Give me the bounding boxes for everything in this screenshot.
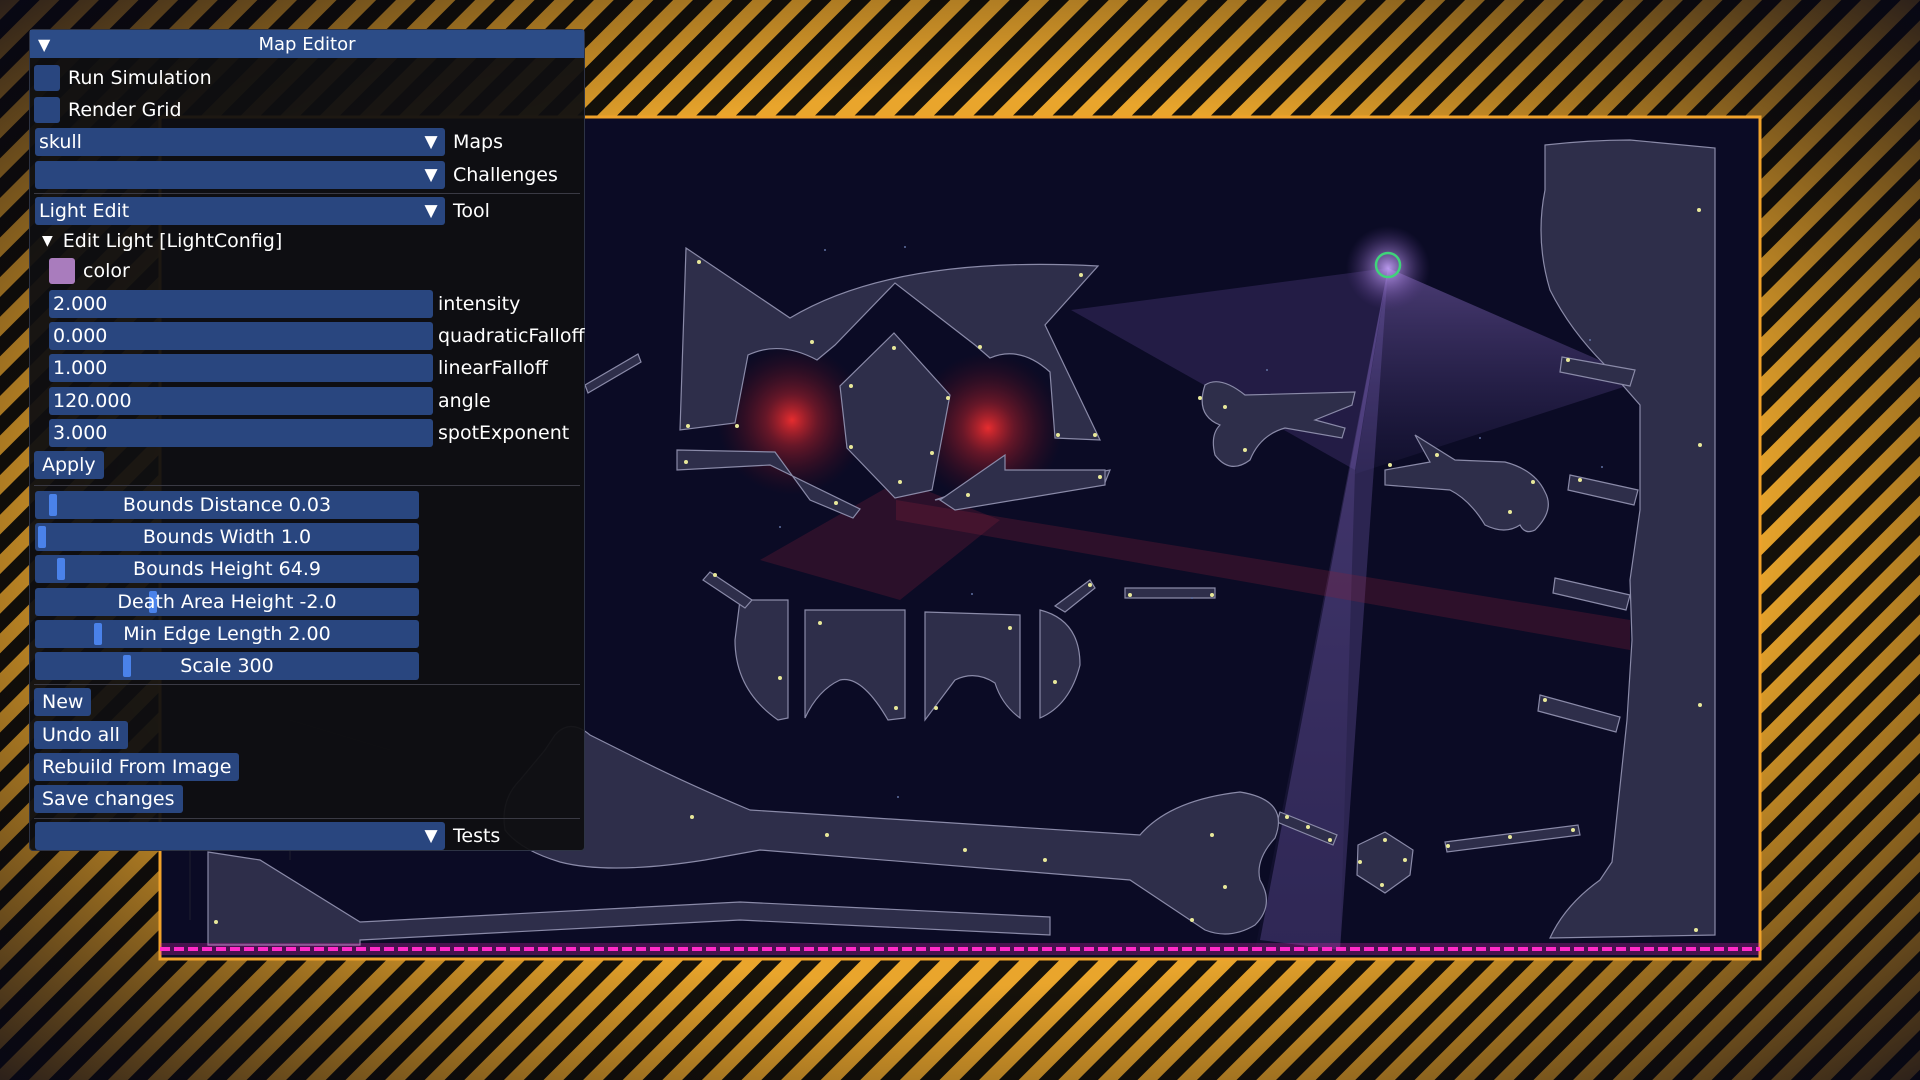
tests-combo[interactable]: ▼ bbox=[35, 822, 445, 850]
render-grid-row[interactable]: Render Grid bbox=[34, 96, 182, 124]
edit-light-header-label: Edit Light [LightConfig] bbox=[62, 230, 283, 252]
intensity-field[interactable]: 2.000 bbox=[49, 290, 433, 318]
maps-combo[interactable]: skull ▼ bbox=[35, 128, 445, 156]
run-simulation-row[interactable]: Run Simulation bbox=[34, 64, 212, 92]
quadratic-falloff-value: 0.000 bbox=[53, 325, 108, 347]
run-simulation-label: Run Simulation bbox=[68, 67, 212, 89]
challenges-combo[interactable]: ▼ bbox=[35, 161, 445, 189]
spot-exponent-value: 3.000 bbox=[53, 422, 108, 444]
spot-exponent-field[interactable]: 3.000 bbox=[49, 419, 433, 447]
quadratic-falloff-label: quadraticFalloff bbox=[438, 325, 585, 347]
separator bbox=[34, 818, 580, 819]
separator bbox=[34, 485, 580, 486]
bounds-height-slider[interactable]: Bounds Height 64.9 bbox=[35, 555, 419, 583]
angle-value: 120.000 bbox=[53, 390, 132, 412]
chevron-down-icon[interactable]: ▼ bbox=[421, 826, 441, 846]
angle-field[interactable]: 120.000 bbox=[49, 387, 433, 415]
run-simulation-checkbox[interactable] bbox=[34, 65, 60, 91]
chevron-down-icon[interactable]: ▼ bbox=[421, 132, 441, 152]
challenges-label: Challenges bbox=[453, 164, 558, 186]
collapse-triangle-icon[interactable]: ▼ bbox=[38, 35, 50, 54]
panel-titlebar[interactable]: ▼ Map Editor bbox=[30, 30, 584, 58]
death-area-height-text: Death Area Height -2.0 bbox=[117, 591, 337, 613]
linear-falloff-label: linearFalloff bbox=[438, 357, 548, 379]
edit-light-header[interactable]: ▼ Edit Light [LightConfig] bbox=[42, 227, 282, 255]
death-area-height-slider[interactable]: Death Area Height -2.0 bbox=[35, 588, 419, 616]
bounds-distance-slider[interactable]: Bounds Distance 0.03 bbox=[35, 491, 419, 519]
apply-button[interactable]: Apply bbox=[34, 451, 104, 479]
color-swatch[interactable] bbox=[49, 258, 75, 284]
chevron-down-icon[interactable]: ▼ bbox=[421, 201, 441, 221]
min-edge-length-slider[interactable]: Min Edge Length 2.00 bbox=[35, 620, 419, 648]
tool-label: Tool bbox=[453, 200, 490, 222]
bounds-distance-text: Bounds Distance 0.03 bbox=[122, 494, 332, 516]
maps-label: Maps bbox=[453, 131, 503, 153]
spot-exponent-label: spotExponent bbox=[438, 422, 570, 444]
render-grid-checkbox[interactable] bbox=[34, 97, 60, 123]
bounds-height-text: Bounds Height 64.9 bbox=[133, 558, 321, 580]
linear-falloff-value: 1.000 bbox=[53, 357, 108, 379]
angle-label: angle bbox=[438, 390, 491, 412]
tests-label: Tests bbox=[453, 825, 501, 847]
bounds-width-slider[interactable]: Bounds Width 1.0 bbox=[35, 523, 419, 551]
light-glow bbox=[1346, 226, 1430, 310]
min-edge-length-text: Min Edge Length 2.00 bbox=[123, 623, 331, 645]
tool-combo-value: Light Edit bbox=[39, 200, 130, 222]
panel-title: Map Editor bbox=[258, 33, 356, 55]
save-changes-button[interactable]: Save changes bbox=[34, 785, 183, 813]
bounds-width-text: Bounds Width 1.0 bbox=[142, 526, 312, 548]
color-row[interactable]: color bbox=[49, 257, 130, 285]
quadratic-falloff-field[interactable]: 0.000 bbox=[49, 322, 433, 350]
intensity-label: intensity bbox=[438, 293, 521, 315]
linear-falloff-field[interactable]: 1.000 bbox=[49, 354, 433, 382]
color-label: color bbox=[83, 260, 130, 282]
map-editor-panel: ▼ Map Editor Run Simulation Render Grid … bbox=[29, 29, 585, 851]
tool-combo[interactable]: Light Edit ▼ bbox=[35, 197, 445, 225]
render-grid-label: Render Grid bbox=[68, 99, 182, 121]
scale-slider[interactable]: Scale 300 bbox=[35, 652, 419, 680]
new-button[interactable]: New bbox=[34, 688, 92, 716]
intensity-value: 2.000 bbox=[53, 293, 108, 315]
tree-expand-icon[interactable]: ▼ bbox=[42, 233, 53, 249]
undo-all-button[interactable]: Undo all bbox=[34, 721, 128, 749]
scale-text: Scale 300 bbox=[180, 655, 274, 677]
separator bbox=[34, 684, 580, 685]
separator bbox=[34, 193, 580, 194]
maps-combo-value: skull bbox=[39, 131, 82, 153]
chevron-down-icon[interactable]: ▼ bbox=[421, 165, 441, 185]
rebuild-from-image-button[interactable]: Rebuild From Image bbox=[34, 753, 240, 781]
